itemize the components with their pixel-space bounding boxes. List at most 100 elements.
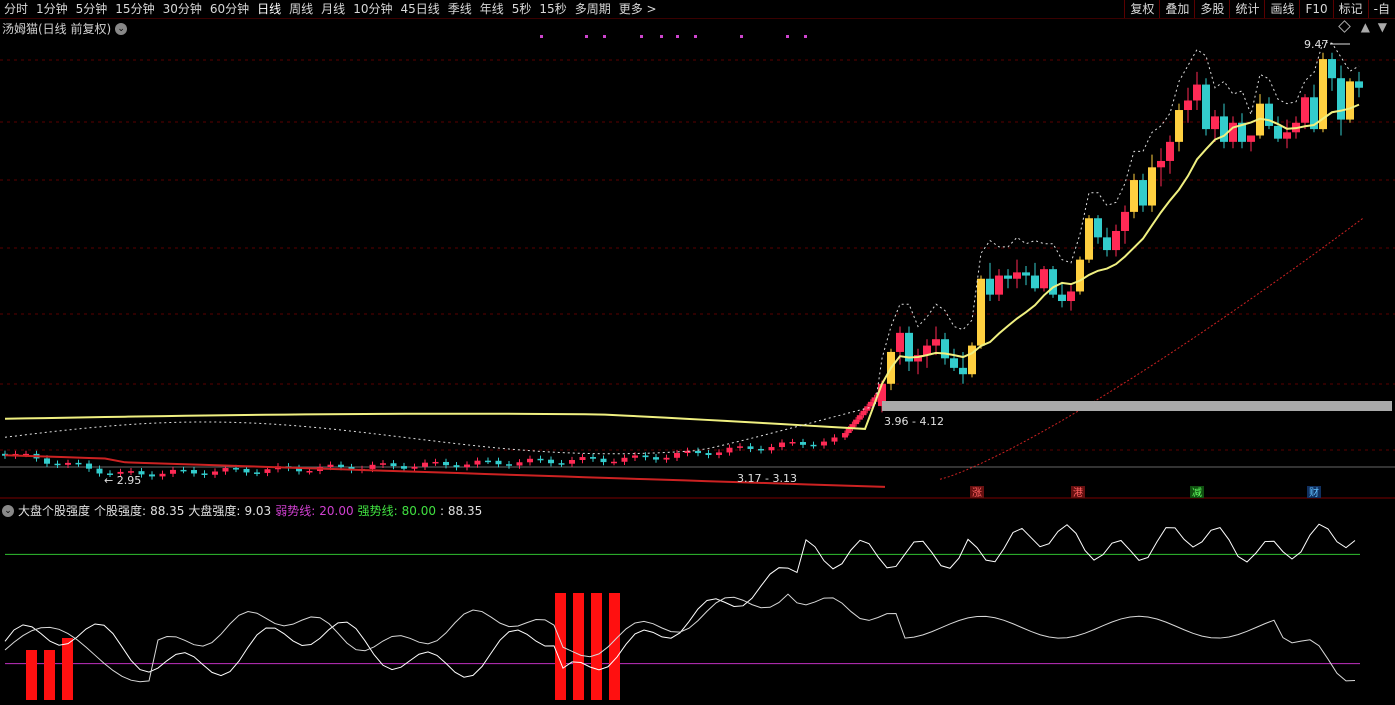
candle-early xyxy=(705,453,712,456)
candle-late xyxy=(1202,84,1210,130)
candle-early xyxy=(569,460,575,464)
candle-late xyxy=(1148,167,1156,206)
signal-bar xyxy=(44,650,55,700)
candle-early xyxy=(485,460,491,463)
candle-late xyxy=(1328,59,1336,79)
candle-early xyxy=(338,464,344,468)
event-marker-3: 财 xyxy=(1309,486,1319,499)
candle-late xyxy=(941,339,949,359)
candle-early xyxy=(653,457,659,460)
candle-early xyxy=(432,461,439,464)
candle-early xyxy=(75,462,82,465)
candle-ramp xyxy=(853,419,860,425)
candle-late xyxy=(1076,259,1084,292)
indicator-header: ⌄ 大盘个股强度 个股强度: 88.35 大盘强度: 9.03 弱势线: 20.… xyxy=(2,502,486,519)
candle-early xyxy=(600,458,607,463)
candle-late xyxy=(1022,272,1030,276)
candle-late xyxy=(1265,103,1273,126)
candle-early xyxy=(453,465,460,468)
candle-ramp xyxy=(856,415,863,420)
candle-early xyxy=(768,447,775,451)
candle-early xyxy=(243,468,250,473)
support-band xyxy=(882,401,1392,411)
signal-bar xyxy=(555,593,566,700)
candle-late xyxy=(1247,135,1255,142)
signal-bar xyxy=(609,593,620,700)
candle-late xyxy=(995,275,1003,295)
candle-late xyxy=(1058,294,1066,302)
candle-early xyxy=(44,458,50,464)
signal-bar xyxy=(591,593,602,700)
candle-late xyxy=(1139,180,1147,206)
candle-early xyxy=(810,444,817,447)
signal-dot xyxy=(603,35,606,38)
candle-late xyxy=(1013,272,1021,279)
weak-line-value: 20.00 xyxy=(319,503,354,518)
red-dotted-line xyxy=(939,217,1364,480)
candle-early xyxy=(264,469,271,473)
candle-early xyxy=(632,455,638,458)
candle-early xyxy=(212,471,218,475)
signal-dot xyxy=(786,35,789,38)
candle-early xyxy=(411,466,418,469)
stock-strength-value: 88.35 xyxy=(150,503,185,518)
low-price-label: ← 2.95 xyxy=(104,474,141,487)
candle-early xyxy=(422,462,428,467)
candle-late xyxy=(1040,269,1048,289)
strong-line-label: 强势线: xyxy=(357,504,398,518)
candle-ramp xyxy=(845,428,852,434)
candle-early xyxy=(369,464,376,469)
signal-bar xyxy=(62,638,73,700)
candle-early xyxy=(159,473,166,477)
candle-early xyxy=(747,446,754,449)
candle-early xyxy=(695,450,701,454)
candle-late xyxy=(959,367,967,375)
candle-late xyxy=(977,278,985,346)
signal-dot xyxy=(676,35,679,38)
market-strength-label: 大盘强度: xyxy=(188,504,241,518)
candle-early xyxy=(758,448,764,451)
candle-late xyxy=(1094,218,1102,238)
candle-late xyxy=(1166,141,1174,161)
signal-dot xyxy=(660,35,663,38)
candle-late xyxy=(932,339,940,346)
candle-late xyxy=(1346,81,1354,120)
signal-dot xyxy=(694,35,697,38)
signal-bar xyxy=(573,593,584,700)
signal-bar xyxy=(26,650,37,700)
range-mid-label: 3.96 - 4.12 xyxy=(884,415,944,428)
candle-late xyxy=(986,278,994,295)
indicator-name: 大盘个股强度 xyxy=(18,504,91,518)
stock-strength-line xyxy=(4,523,1356,678)
strong-line-value: 80.00 xyxy=(401,503,436,518)
candle-early xyxy=(474,460,481,465)
candle-early xyxy=(579,457,586,461)
candle-early xyxy=(464,464,470,468)
candle-early xyxy=(779,442,785,448)
candle-late xyxy=(896,332,904,352)
chevron-down-icon[interactable]: ⌄ xyxy=(2,504,14,517)
candle-early xyxy=(642,455,649,458)
candle-late xyxy=(1067,291,1075,302)
candle-early xyxy=(726,447,733,453)
candle-early xyxy=(663,457,670,460)
extra-value: : 88.35 xyxy=(440,503,483,518)
ma-yellow-line xyxy=(4,103,1360,430)
candle-early xyxy=(380,463,386,465)
signal-dot xyxy=(585,35,588,38)
candle-early xyxy=(516,462,523,466)
signal-dot xyxy=(804,35,807,38)
kline-chart[interactable]: 9.47 ← 2.95 3.96 - 4.12 3.17 - 3.13 涨 港 减 财 xyxy=(0,0,1395,705)
candle-early xyxy=(506,464,512,466)
candle-early xyxy=(821,441,827,446)
event-marker-2: 减 xyxy=(1192,487,1202,499)
candle-early xyxy=(191,470,197,474)
candle-early xyxy=(180,469,187,472)
candle-early xyxy=(65,462,71,465)
candle-late xyxy=(1112,230,1120,251)
candle-early xyxy=(537,458,544,461)
candle-early xyxy=(831,437,838,442)
candle-early xyxy=(621,457,628,462)
candle-late xyxy=(1175,110,1183,142)
candle-early xyxy=(495,460,502,465)
